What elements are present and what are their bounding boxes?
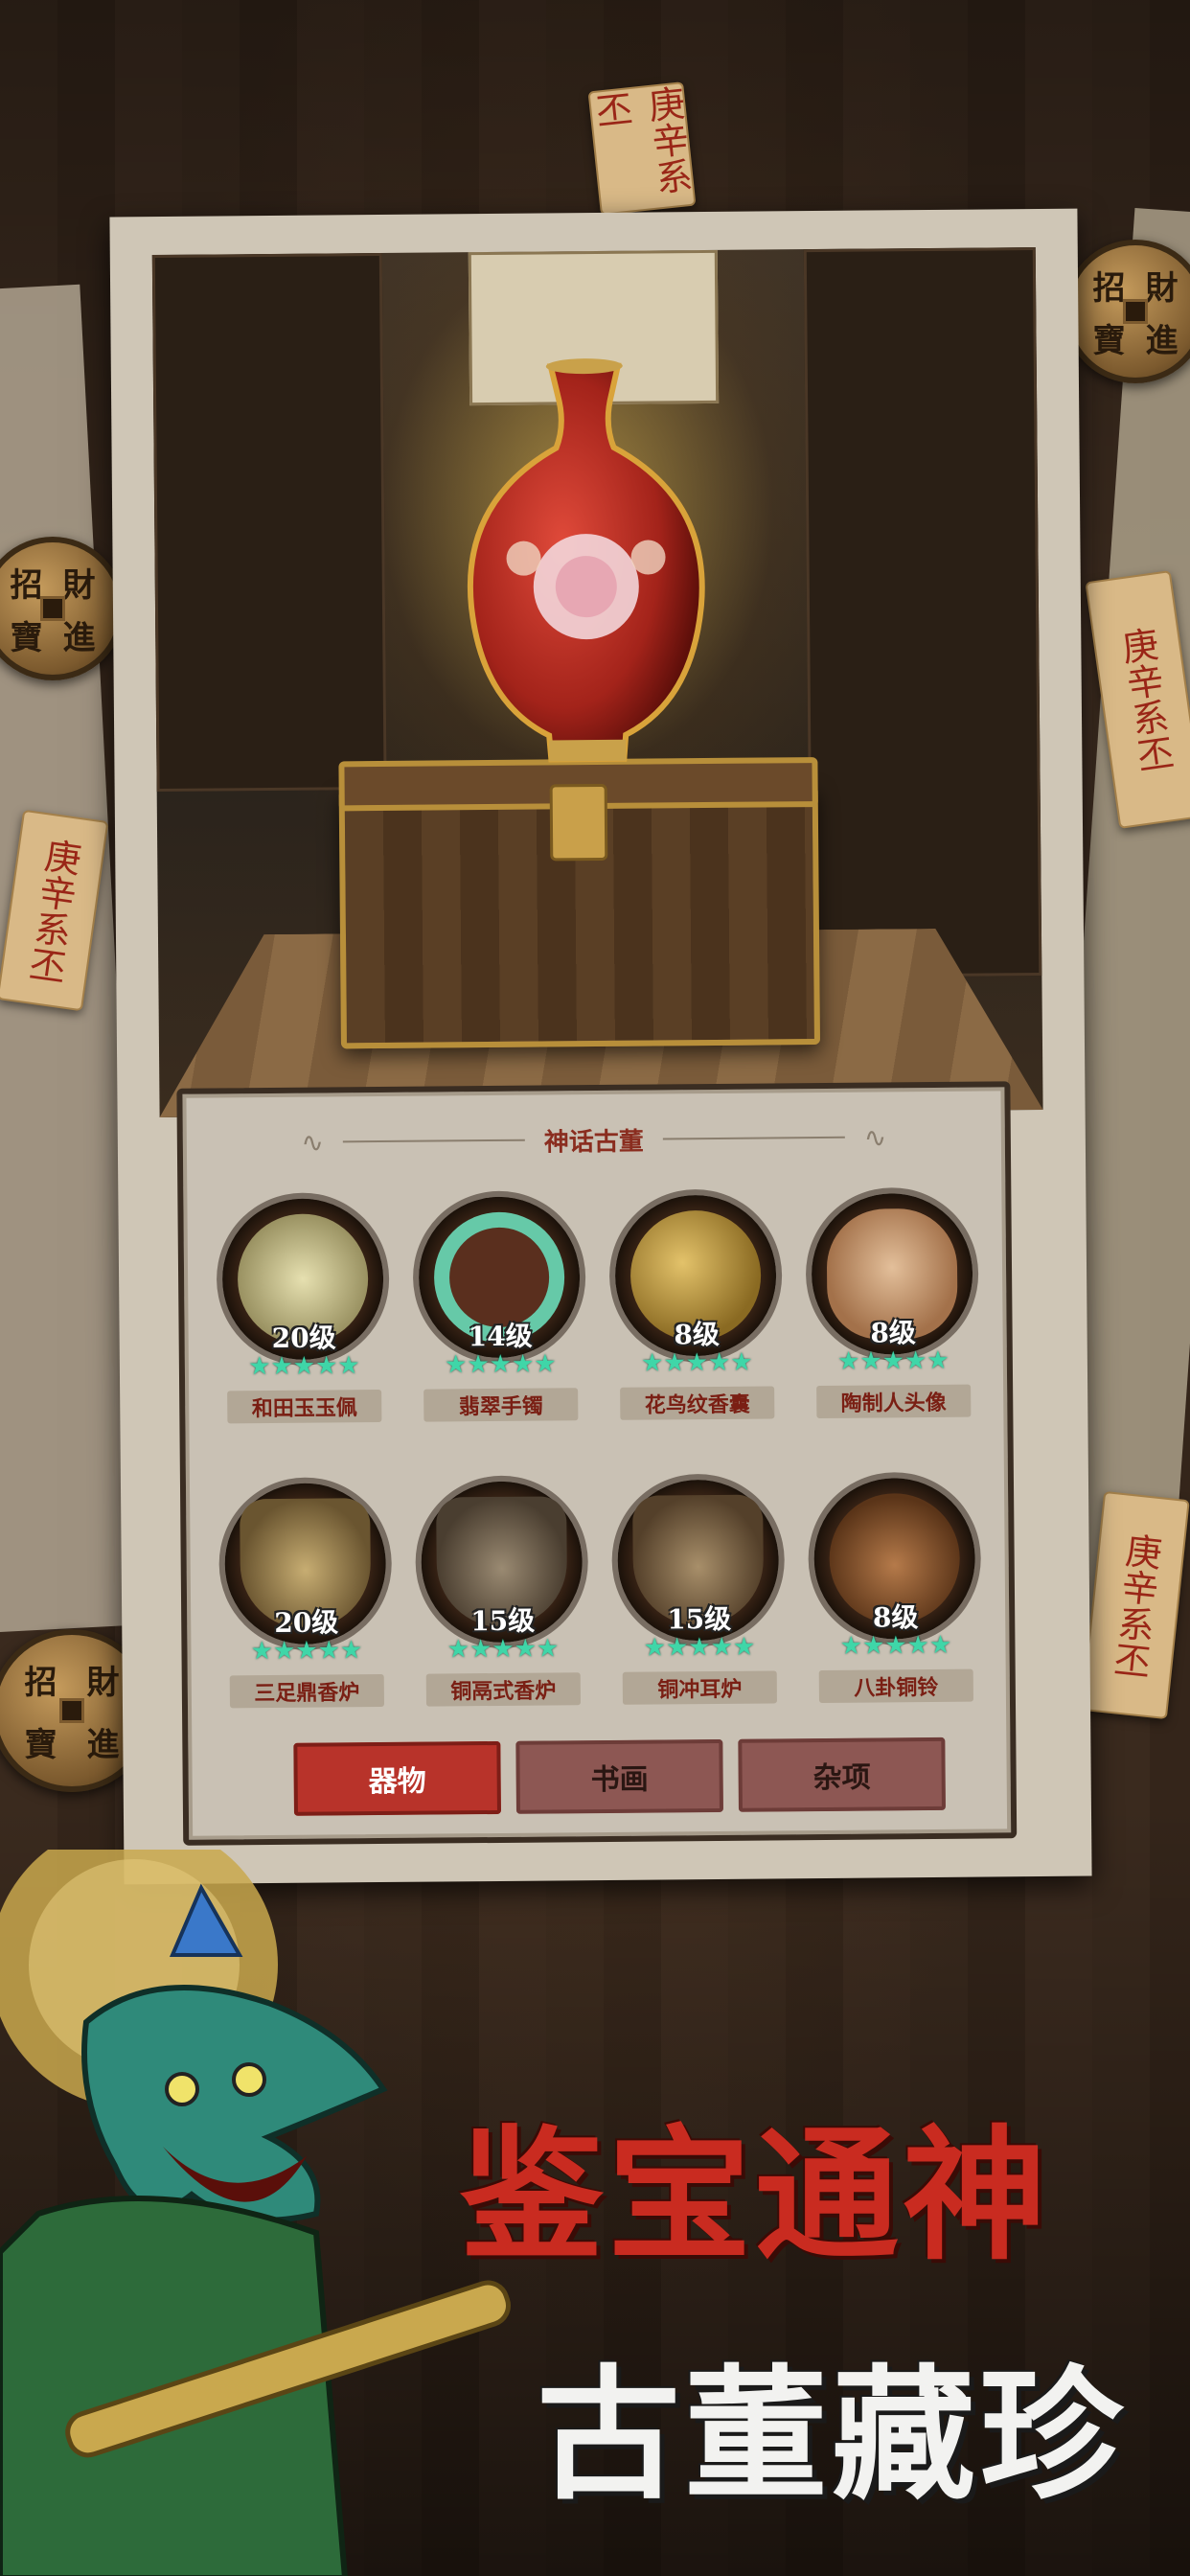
coin-char: 招 [10,566,43,605]
coin-char: 財 [86,1664,120,1702]
coin-char: 財 [1145,269,1179,308]
header-divider [342,1138,525,1143]
antique-item[interactable]: 8级 ★★★★★ 陶制人头像 [793,1192,992,1419]
slogan-line-2: 古董藏珍 [537,2351,1128,2519]
photo-frame: ∿ 神话古董 ∿ 20级 ★★★★★ 和田玉玉佩 14级 ★★★★★ 翡翠手镯 [109,208,1092,1885]
cloud-ornament-icon: ∿ [301,1126,324,1159]
item-name: 铜冲耳炉 [622,1670,777,1705]
tab-calligraphy[interactable]: 书画 [515,1738,723,1814]
antique-panel: ∿ 神话古董 ∿ 20级 ★★★★★ 和田玉玉佩 14级 ★★★★★ 翡翠手镯 [176,1081,1018,1846]
coin-hole [1123,299,1148,324]
header-divider [662,1136,845,1140]
coin-char: 寶 [10,619,43,657]
item-name: 和田玉玉佩 [227,1390,382,1424]
coin-char: 寶 [1092,322,1126,360]
coin-char: 進 [1145,322,1179,360]
star-rating: ★★★★★ [640,1347,753,1378]
category-tabs: 器物 书画 杂项 [293,1736,946,1816]
item-name: 翡翠手镯 [423,1388,579,1422]
antique-item[interactable]: 8级 ★★★★★ 花鸟纹香囊 [597,1194,795,1421]
antique-item[interactable]: 15级 ★★★★★ 铜冲耳炉 [600,1479,798,1706]
star-rating: ★★★★★ [247,1351,360,1382]
item-name: 陶制人头像 [816,1384,972,1419]
shelf-left [151,252,387,793]
cloud-ornament-icon: ∿ [863,1120,887,1154]
panel-header: ∿ 神话古董 ∿ [183,1112,1005,1166]
talisman-text: 庚辛系丕 [1113,624,1176,775]
antique-grid: 20级 ★★★★★ 和田玉玉佩 14级 ★★★★★ 翡翠手镯 8级 ★★★★★ … [204,1192,995,1709]
item-name: 三足鼎香炉 [229,1673,385,1709]
talisman-text: 庚辛系丕 [1106,1530,1164,1680]
coin-char: 進 [86,1726,120,1764]
item-name: 铜鬲式香炉 [425,1672,581,1707]
chest-lock-icon [549,783,608,862]
slogan-line-1: 鉴宝通神 [460,2111,1051,2280]
coin-char: 財 [62,566,96,605]
treasure-scene [151,247,1043,1118]
antique-item[interactable]: 8级 ★★★★★ 八卦铜铃 [796,1477,995,1704]
star-rating: ★★★★★ [444,1349,557,1380]
talisman-text: 庚辛系丕 [587,83,695,197]
coin-char: 進 [62,619,96,657]
star-rating: ★★★★★ [839,1630,952,1661]
antique-item[interactable]: 20级 ★★★★★ 和田玉玉佩 [204,1197,402,1425]
coin-char: 寶 [24,1726,57,1764]
coin-hole [59,1698,84,1723]
antique-item[interactable]: 14级 ★★★★★ 翡翠手镯 [400,1196,599,1423]
red-porcelain-vase-icon [468,358,705,763]
item-name: 花鸟纹香囊 [620,1386,775,1420]
coin-hole [40,596,65,621]
shelf-right [803,247,1042,978]
antique-item[interactable]: 15级 ★★★★★ 铜鬲式香炉 [403,1481,602,1708]
star-rating: ★★★★★ [250,1636,363,1667]
tab-artifacts[interactable]: 器物 [293,1740,501,1816]
star-rating: ★★★★★ [643,1632,756,1663]
star-rating: ★★★★★ [836,1346,950,1376]
panel-title: 神话古董 [543,1127,644,1158]
talisman-note-top: 庚辛系丕 [587,81,697,216]
tab-miscellaneous[interactable]: 杂项 [738,1736,946,1812]
coin-char: 招 [1092,269,1126,308]
item-name: 八卦铜铃 [818,1668,973,1704]
coin-char: 招 [24,1664,57,1702]
talisman-text: 庚辛系丕 [21,835,83,986]
treasure-chest-icon [338,783,820,1049]
star-rating: ★★★★★ [446,1634,560,1665]
antique-item[interactable]: 20级 ★★★★★ 三足鼎香炉 [207,1482,405,1710]
